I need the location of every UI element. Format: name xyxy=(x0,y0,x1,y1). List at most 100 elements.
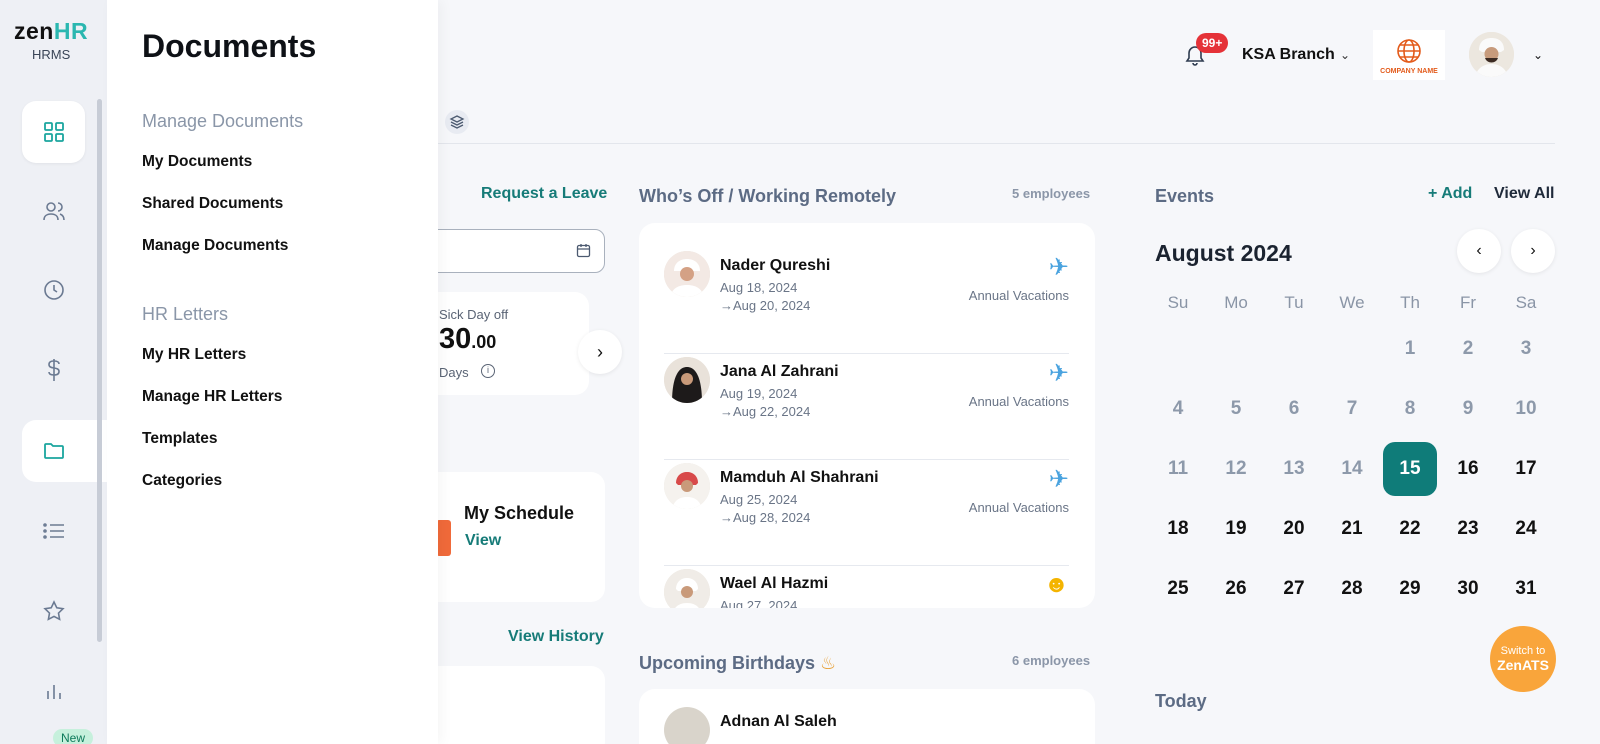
section-heading-manage-documents: Manage Documents xyxy=(142,111,304,131)
calendar-day[interactable]: 4 xyxy=(1151,382,1205,436)
list-item[interactable]: Nader Qureshi Aug 18, 2024 →Aug 20, 2024… xyxy=(664,249,1069,354)
user-avatar-icon xyxy=(1469,32,1514,77)
leave-type: Annual Vacations xyxy=(968,500,1069,515)
birthdays-count: 6 employees xyxy=(1012,653,1091,668)
calendar-day-selected[interactable]: 15 xyxy=(1383,442,1437,496)
calendar-day[interactable]: 11 xyxy=(1151,442,1205,496)
leave-type: Annual Vacations xyxy=(968,394,1069,409)
request-leave-link[interactable]: Request a Leave xyxy=(481,185,607,203)
calendar-icon[interactable] xyxy=(576,243,591,263)
menu-item-shared-documents[interactable]: Shared Documents xyxy=(142,195,283,213)
documents-nav-button[interactable] xyxy=(22,420,107,482)
clock-icon xyxy=(43,280,64,300)
layers-icon[interactable] xyxy=(445,110,469,134)
calendar-day[interactable]: 24 xyxy=(1499,502,1553,556)
list-item[interactable]: Jana Al Zahrani Aug 19, 2024 →Aug 22, 20… xyxy=(664,355,1069,460)
switch-label: Switch to xyxy=(1500,645,1546,657)
performance-nav-button[interactable] xyxy=(22,580,85,642)
today-title: Today xyxy=(1155,691,1207,711)
calendar-day[interactable]: 19 xyxy=(1209,502,1263,556)
chevron-down-icon[interactable]: ⌄ xyxy=(1340,48,1350,62)
whos-off-list[interactable]: Nader Qureshi Aug 18, 2024 →Aug 20, 2024… xyxy=(639,223,1095,608)
calendar-day[interactable]: 13 xyxy=(1267,442,1321,496)
menu-item-manage-documents[interactable]: Manage Documents xyxy=(142,237,288,255)
new-badge: New xyxy=(53,729,94,744)
list-nav-button[interactable] xyxy=(22,500,85,562)
attendance-nav-button[interactable] xyxy=(22,259,85,321)
chevron-down-icon[interactable]: ⌄ xyxy=(1533,48,1543,62)
next-month-button[interactable]: › xyxy=(1511,229,1555,273)
sidebar-scrollbar[interactable] xyxy=(97,99,102,642)
cake-icon: ♨ xyxy=(820,653,837,673)
leave-start-date: Aug 25, 2024 xyxy=(720,492,798,507)
calendar-day[interactable]: 10 xyxy=(1499,382,1553,436)
list-item[interactable]: Mamduh Al Shahrani Aug 25, 2024 →Aug 28,… xyxy=(664,461,1069,566)
menu-item-templates[interactable]: Templates xyxy=(142,430,218,448)
flyout-title: Documents xyxy=(142,28,317,64)
calendar-day[interactable]: 16 xyxy=(1441,442,1495,496)
previous-month-button[interactable]: ‹ xyxy=(1457,229,1501,273)
calendar-day[interactable]: 21 xyxy=(1325,502,1379,556)
avatar xyxy=(664,357,710,403)
calendar-month-label: August 2024 xyxy=(1155,240,1292,266)
menu-item-my-documents[interactable]: My Documents xyxy=(142,153,252,171)
schedule-view-link[interactable]: View xyxy=(465,532,501,550)
leave-type: Annual Vacations xyxy=(968,288,1069,303)
leave-type: Sick Day off xyxy=(1000,606,1069,608)
menu-item-my-hr-letters[interactable]: My HR Letters xyxy=(142,346,246,364)
calendar-day[interactable]: 8 xyxy=(1383,382,1437,436)
calendar-day[interactable]: 1 xyxy=(1383,322,1437,376)
add-event-link[interactable]: + Add xyxy=(1428,185,1472,203)
list-item[interactable]: Wael Al Hazmi Aug 27, 2024 ☻ Sick Day of… xyxy=(664,567,1069,608)
leave-end-date: →Aug 20, 2024 xyxy=(720,298,811,313)
calendar-day[interactable]: 28 xyxy=(1325,562,1379,616)
company-logo[interactable]: COMPANY NAME xyxy=(1373,30,1445,80)
employee-name: Mamduh Al Shahrani xyxy=(720,469,879,486)
user-avatar[interactable] xyxy=(1469,32,1514,77)
calendar-day[interactable]: 18 xyxy=(1151,502,1205,556)
calendar-day[interactable]: 6 xyxy=(1267,382,1321,436)
calendar-day[interactable]: 17 xyxy=(1499,442,1553,496)
view-history-link[interactable]: View History xyxy=(508,628,604,646)
menu-item-manage-hr-letters[interactable]: Manage HR Letters xyxy=(142,388,282,406)
switch-to-zenats-button[interactable]: Switch to ZenATS xyxy=(1490,626,1556,692)
calendar-day[interactable]: 7 xyxy=(1325,382,1379,436)
calendar-day[interactable]: 14 xyxy=(1325,442,1379,496)
branch-selector[interactable]: KSA Branch xyxy=(1242,46,1335,64)
folder-icon xyxy=(43,443,64,459)
calendar-day[interactable]: 5 xyxy=(1209,382,1263,436)
zenhr-logo[interactable]: zenHR xyxy=(14,18,88,45)
people-nav-button[interactable] xyxy=(22,180,85,242)
reports-nav-button[interactable] xyxy=(22,660,85,722)
logo-subtitle: HRMS xyxy=(32,47,71,62)
bar-chart-icon xyxy=(46,685,61,699)
calendar-day[interactable]: 23 xyxy=(1441,502,1495,556)
calendar-day[interactable]: 9 xyxy=(1441,382,1495,436)
weekday-label: We xyxy=(1339,293,1365,312)
calendar-day[interactable]: 29 xyxy=(1383,562,1437,616)
menu-item-categories[interactable]: Categories xyxy=(142,472,222,490)
calendar-day[interactable]: 27 xyxy=(1267,562,1321,616)
calendar-day[interactable]: 20 xyxy=(1267,502,1321,556)
whos-off-title: Who’s Off / Working Remotely xyxy=(639,186,897,206)
dashboard-nav-button[interactable] xyxy=(22,101,85,163)
calendar-day[interactable]: 26 xyxy=(1209,562,1263,616)
payroll-nav-button[interactable] xyxy=(22,339,85,401)
star-icon xyxy=(42,600,65,621)
calendar-day[interactable]: 12 xyxy=(1209,442,1263,496)
calendar-day[interactable]: 25 xyxy=(1151,562,1205,616)
info-icon[interactable]: i xyxy=(481,364,495,378)
next-balance-button[interactable]: › xyxy=(578,330,622,374)
company-name-text: COMPANY NAME xyxy=(1380,67,1438,75)
avatar xyxy=(664,251,710,297)
sick-face-icon: ☻ xyxy=(1043,571,1069,598)
grid-icon xyxy=(43,122,64,142)
calendar-day[interactable]: 30 xyxy=(1441,562,1495,616)
leave-end-date: →Aug 28, 2024 xyxy=(720,510,811,525)
view-all-events-link[interactable]: View All xyxy=(1494,185,1554,203)
avatar xyxy=(664,569,710,608)
calendar-day[interactable]: 31 xyxy=(1499,562,1553,616)
calendar-day[interactable]: 3 xyxy=(1499,322,1553,376)
calendar-day[interactable]: 2 xyxy=(1441,322,1495,376)
calendar-day[interactable]: 22 xyxy=(1383,502,1437,556)
